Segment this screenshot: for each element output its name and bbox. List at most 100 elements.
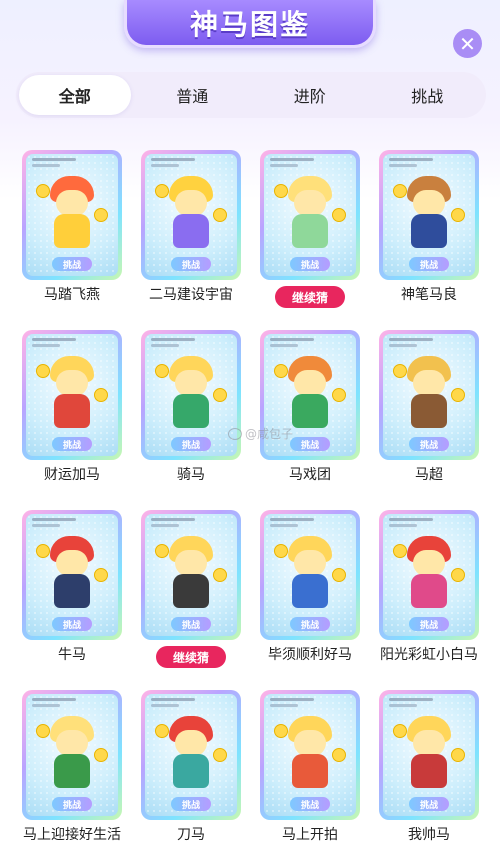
horse-card[interactable]: 挑战: [141, 510, 241, 640]
card-artwork: 挑战: [145, 334, 237, 456]
horse-card[interactable]: 挑战: [141, 690, 241, 820]
horse-card[interactable]: 挑战: [379, 690, 479, 820]
horse-face: [413, 550, 445, 576]
horse-card[interactable]: 挑战: [141, 330, 241, 460]
close-icon: ✕: [459, 31, 476, 56]
card-name: 毕须顺利好马: [268, 647, 352, 663]
card-cell[interactable]: 挑战 继续猜: [254, 146, 366, 326]
smiley-icon: [213, 388, 227, 402]
card-artwork: 挑战: [383, 334, 475, 456]
tab-normal[interactable]: 普通: [137, 75, 249, 115]
tier-badge: 挑战: [290, 257, 330, 271]
smiley-icon: [332, 748, 346, 762]
continue-guess-button[interactable]: 继续猜: [275, 286, 345, 308]
card-cell[interactable]: 挑战 骑马: [135, 326, 247, 506]
smiley-icon: [94, 748, 108, 762]
smiley-icon: [155, 364, 169, 378]
card-cell[interactable]: 挑战 继续猜: [135, 506, 247, 686]
horse-figure-icon: [163, 176, 219, 254]
horse-face: [56, 190, 88, 216]
card-cell[interactable]: 挑战 马上迎接好生活: [16, 686, 128, 862]
card-name: 马超: [415, 467, 443, 483]
tab-advanced[interactable]: 进阶: [254, 75, 366, 115]
weibo-icon: [228, 427, 242, 440]
card-name: 阳光彩虹小白马: [380, 647, 478, 663]
card-name: 牛马: [58, 647, 86, 663]
tier-badge: 挑战: [290, 437, 330, 451]
card-name: 骑马: [177, 467, 205, 483]
continue-guess-button[interactable]: 继续猜: [156, 646, 226, 668]
horse-card[interactable]: 挑战: [22, 150, 122, 280]
tier-badge: 挑战: [290, 617, 330, 631]
tier-badge: 挑战: [409, 437, 449, 451]
smiley-icon: [155, 724, 169, 738]
tier-badge: 挑战: [171, 797, 211, 811]
card-cell[interactable]: 挑战 神笔马良: [373, 146, 485, 326]
card-cell[interactable]: 挑战 刀马: [135, 686, 247, 862]
card-name: 马上开拍: [282, 827, 338, 843]
horse-figure-icon: [401, 536, 457, 614]
horse-body: [173, 394, 209, 428]
card-cell[interactable]: 挑战 二马建设宇宙: [135, 146, 247, 326]
card-tag-line: [32, 698, 76, 701]
horse-figure-icon: [163, 536, 219, 614]
close-button[interactable]: ✕: [453, 29, 482, 58]
smiley-icon: [94, 568, 108, 582]
smiley-icon: [274, 544, 288, 558]
watermark: @咸包子: [228, 425, 293, 442]
card-cell[interactable]: 挑战 马超: [373, 326, 485, 506]
card-tag-line: [389, 698, 433, 701]
horse-body: [292, 214, 328, 248]
horse-card[interactable]: 挑战: [260, 150, 360, 280]
horse-face: [413, 190, 445, 216]
horse-face: [56, 730, 88, 756]
card-artwork: 挑战: [383, 694, 475, 816]
watermark-text: @咸包子: [245, 427, 294, 441]
smiley-icon: [332, 208, 346, 222]
horse-card[interactable]: 挑战: [141, 150, 241, 280]
smiley-icon: [36, 184, 50, 198]
horse-face: [413, 730, 445, 756]
card-cell[interactable]: 挑战 毕须顺利好马: [254, 506, 366, 686]
smiley-icon: [451, 748, 465, 762]
category-tabs: 全部 普通 进阶 挑战: [16, 72, 486, 118]
tab-all[interactable]: 全部: [19, 75, 131, 115]
card-cell[interactable]: 挑战 马戏团: [254, 326, 366, 506]
horse-card[interactable]: 挑战: [22, 330, 122, 460]
horse-face: [413, 370, 445, 396]
horse-figure-icon: [282, 176, 338, 254]
card-tag-line: [270, 344, 298, 347]
horse-face: [56, 370, 88, 396]
card-artwork: 挑战: [26, 154, 118, 276]
card-cell[interactable]: 挑战 马上开拍: [254, 686, 366, 862]
card-name: 马戏团: [289, 467, 331, 483]
horse-figure-icon: [163, 356, 219, 434]
card-cell[interactable]: 挑战 牛马: [16, 506, 128, 686]
card-tag-line: [389, 344, 417, 347]
horse-body: [411, 394, 447, 428]
horse-body: [173, 574, 209, 608]
horse-card[interactable]: 挑战: [22, 510, 122, 640]
horse-card[interactable]: 挑战: [379, 510, 479, 640]
card-tag-line: [270, 518, 314, 521]
tab-challenge[interactable]: 挑战: [372, 75, 484, 115]
card-cell[interactable]: 挑战 财运加马: [16, 326, 128, 506]
card-cell[interactable]: 挑战 我帅马: [373, 686, 485, 862]
horse-face: [294, 370, 326, 396]
card-artwork: 挑战: [26, 514, 118, 636]
horse-face: [175, 370, 207, 396]
horse-body: [173, 754, 209, 788]
card-tag-line: [32, 518, 76, 521]
horse-card[interactable]: 挑战: [22, 690, 122, 820]
card-artwork: 挑战: [26, 694, 118, 816]
horse-face: [294, 730, 326, 756]
card-name: 马上迎接好生活: [23, 827, 121, 843]
horse-card[interactable]: 挑战: [260, 690, 360, 820]
card-cell[interactable]: 挑战 阳光彩虹小白马: [373, 506, 485, 686]
horse-card[interactable]: 挑战: [379, 150, 479, 280]
card-cell[interactable]: 挑战 马踏飞燕: [16, 146, 128, 326]
card-artwork: 挑战: [383, 514, 475, 636]
smiley-icon: [393, 364, 407, 378]
horse-card[interactable]: 挑战: [260, 510, 360, 640]
horse-card[interactable]: 挑战: [379, 330, 479, 460]
